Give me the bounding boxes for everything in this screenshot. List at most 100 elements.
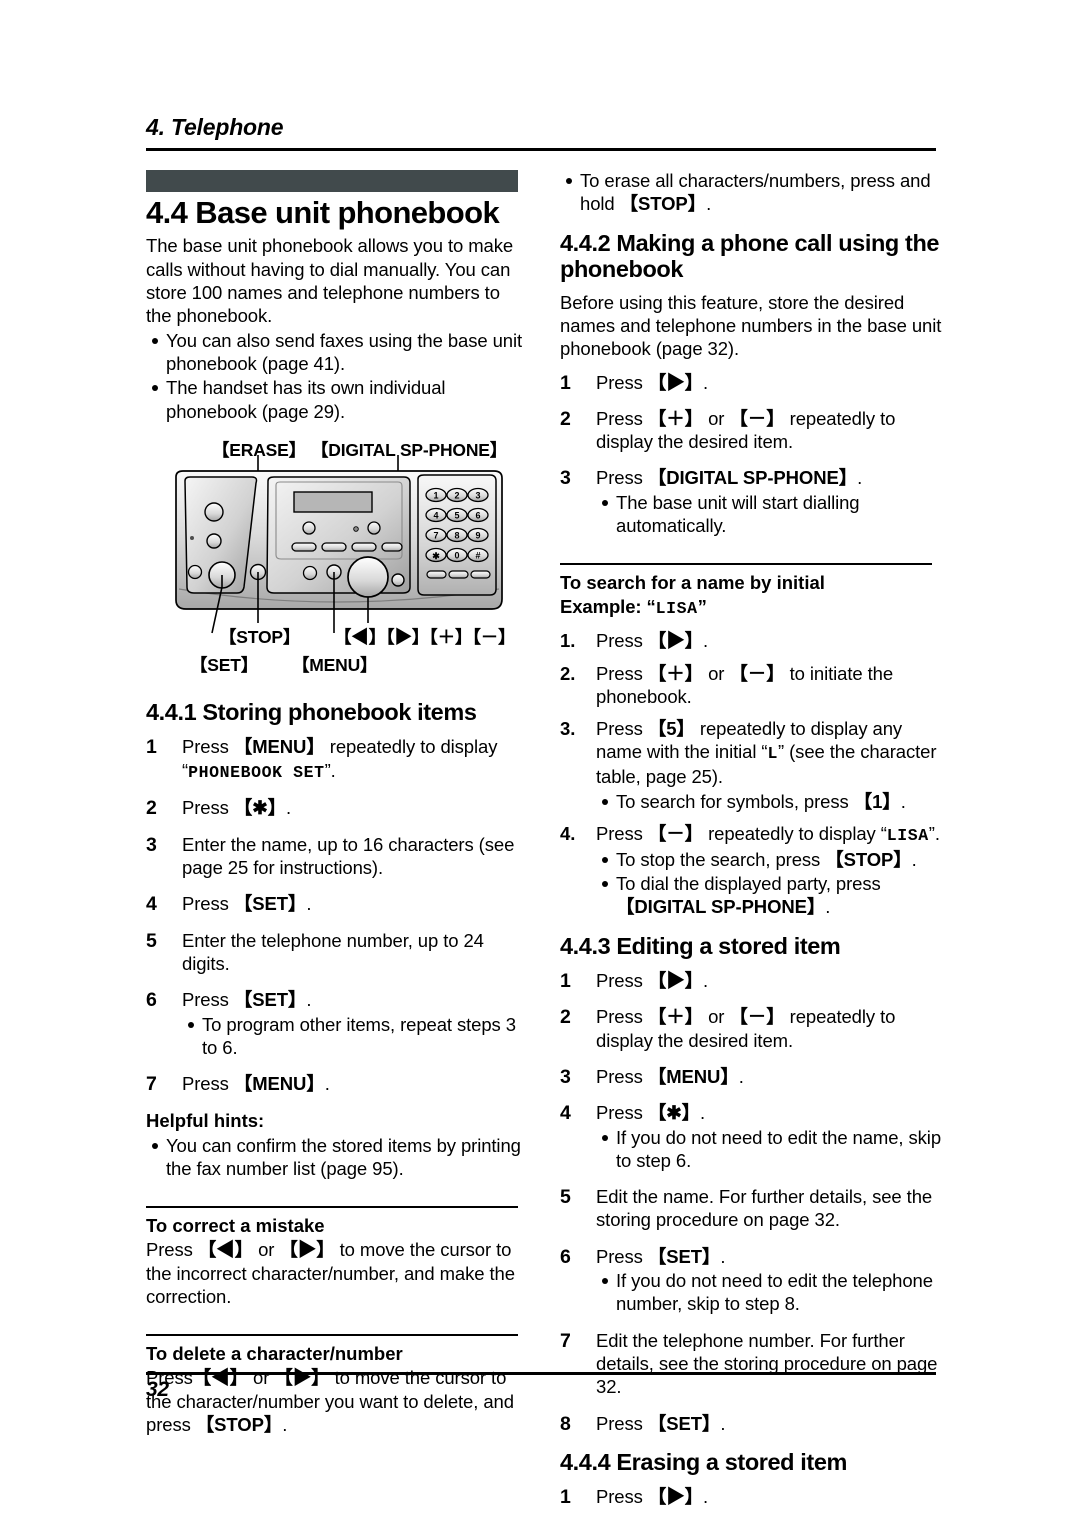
- text-c: .: [934, 822, 940, 844]
- step-item: 1 Press 【MENU】 repeatedly to display “PH…: [146, 735, 528, 783]
- key-5: 【5】: [647, 718, 695, 740]
- step-number: 8: [560, 1412, 571, 1435]
- figure-label-nav-keys: 【◀】【▶】【＋】【－】: [334, 626, 516, 647]
- step-number: 6: [146, 989, 157, 1012]
- figure-label-set: 【SET】: [190, 654, 259, 675]
- example-label: Example:: [560, 596, 647, 618]
- step-text: Press 【▶】.: [596, 372, 708, 393]
- key-minus: 【－】: [729, 662, 785, 684]
- step-sub-bullets: The base unit will start dialling automa…: [596, 491, 942, 538]
- text-b: .: [825, 896, 831, 918]
- step-item: 4. Press 【－】 repeatedly to display “LISA…: [560, 822, 942, 919]
- step-text: Press 【－】 repeatedly to display “LISA”.: [596, 822, 940, 845]
- step-text: Enter the name, up to 16 characters (see…: [182, 833, 515, 879]
- steps-442: 1 Press 【▶】. 2 Press 【＋】 or 【－】 repeated…: [560, 371, 942, 538]
- delete-character-title: To delete a character/number: [146, 1343, 403, 1365]
- text-a: Press: [596, 630, 648, 652]
- divider: [146, 1334, 518, 1337]
- list-item: To search for symbols, press 【1】.: [596, 790, 942, 813]
- search-example: Example: “LISA”: [560, 595, 942, 620]
- key-plus: 【＋】: [647, 1006, 704, 1028]
- text-b: .: [706, 193, 712, 215]
- subsection-444-title: 4.4.4 Erasing a stored item: [560, 1448, 847, 1475]
- step-item: 6 Press 【SET】. If you do not need to edi…: [560, 1245, 942, 1316]
- step-text: Press 【5】 repeatedly to display any name…: [596, 718, 937, 787]
- example-value: LISA: [655, 599, 698, 619]
- step-item: 5 Edit the name. For further details, se…: [560, 1185, 942, 1232]
- delete-character-text: Press【◀】 or 【▶】 to move the cursor to th…: [146, 1366, 528, 1436]
- text-b: .: [703, 630, 709, 652]
- list-item: To erase all characters/numbers, press a…: [560, 169, 942, 216]
- step-item: 1. Press 【▶】.: [560, 629, 942, 652]
- step-item: 3 Press 【DIGITAL SP-PHONE】. The base uni…: [560, 466, 942, 537]
- step-number: 5: [560, 1186, 571, 1209]
- step-number: 2: [146, 797, 157, 820]
- step-text: Press 【＋】 or 【－】 to initiate the phonebo…: [596, 663, 893, 707]
- step-item: 3 Enter the name, up to 16 characters (s…: [146, 833, 528, 880]
- step-text: Press 【▶】.: [596, 1486, 708, 1507]
- lcd-text: LISA: [886, 825, 929, 845]
- step-text: Press 【MENU】 repeatedly to display “PHON…: [182, 736, 497, 781]
- step-text: Press 【▶】.: [596, 970, 708, 991]
- steps-441: 1 Press 【MENU】 repeatedly to display “PH…: [146, 735, 528, 1095]
- key-right-arrow: 【▶】: [647, 371, 704, 393]
- text-b: .: [700, 1102, 706, 1124]
- text-b: .: [900, 790, 906, 812]
- step-item: 1 Press 【▶】.: [560, 969, 942, 992]
- key-right-arrow: 【▶】: [647, 1486, 704, 1508]
- step-item: 6 Press 【SET】. To program other items, r…: [146, 988, 528, 1059]
- key-plus: 【＋】: [647, 407, 704, 429]
- step-sub-bullets: To program other items, repeat steps 3 t…: [182, 1013, 528, 1060]
- quote-open: “: [646, 596, 656, 618]
- text-b: .: [703, 1486, 709, 1508]
- key-menu: 【MENU】: [647, 1065, 739, 1087]
- text-a: Press: [596, 467, 648, 489]
- svg-text:8: 8: [454, 530, 459, 540]
- text-a: Press: [596, 1006, 648, 1028]
- step-text: Press 【＋】 or 【－】 repeatedly to display t…: [596, 408, 895, 452]
- key-set: 【SET】: [647, 1245, 721, 1267]
- step-sub-bullets: To stop the search, press 【STOP】. To dia…: [596, 848, 942, 919]
- step-number: 6: [560, 1245, 571, 1268]
- text-c: .: [282, 1413, 288, 1435]
- step-text-a: Press: [182, 736, 234, 758]
- step-text: Press 【▶】.: [596, 630, 708, 651]
- base-unit-diagram: 【ERASE】 【DIGITAL SP-PHONE】 1 2 3 4 5 6 7…: [146, 437, 528, 689]
- top-bullet-list: To erase all characters/numbers, press a…: [560, 169, 942, 216]
- step-number: 7: [146, 1073, 157, 1096]
- step-text: Press 【SET】.: [596, 1246, 725, 1267]
- correct-mistake-title: To correct a mistake: [146, 1215, 325, 1237]
- svg-text:7: 7: [433, 530, 438, 540]
- left-column: 4.4 Base unit phonebook The base unit ph…: [146, 170, 528, 1436]
- section-bullet-list: You can also send faxes using the base u…: [146, 329, 528, 423]
- text-a: Press: [596, 1486, 648, 1508]
- list-item: To dial the displayed party, press 【DIGI…: [596, 872, 942, 919]
- step-item: 7 Press 【MENU】.: [146, 1072, 528, 1095]
- divider: [560, 563, 932, 566]
- step-number: 2: [560, 1006, 571, 1029]
- subsection-442-title: 4.4.2 Making a phone call using the phon…: [560, 229, 940, 283]
- key-asterisk: 【✱】: [233, 797, 287, 819]
- key-right-arrow: 【▶】: [279, 1239, 335, 1261]
- text-a: Press: [596, 371, 648, 393]
- list-item: The handset has its own individual phone…: [146, 376, 528, 423]
- text-a: Press: [596, 970, 648, 992]
- step-item: 1 Press 【▶】.: [560, 1485, 942, 1508]
- key-minus: 【－】: [647, 822, 704, 844]
- text-a: Press: [596, 662, 648, 684]
- list-item: To program other items, repeat steps 3 t…: [182, 1013, 528, 1060]
- page-number: 32: [146, 1378, 169, 1401]
- text-or: or: [703, 407, 730, 429]
- step-text-a: Press: [182, 893, 234, 915]
- step-text: Press 【✱】.: [596, 1102, 705, 1123]
- step-number: 1: [560, 1486, 571, 1509]
- key-minus: 【－】: [729, 1006, 785, 1028]
- svg-text:5: 5: [454, 510, 459, 520]
- text-a: To dial the displayed party, press: [616, 872, 881, 894]
- key-stop: 【STOP】: [825, 848, 912, 870]
- text-b: .: [911, 848, 917, 870]
- step-number: 4.: [560, 822, 576, 844]
- lcd-text: L: [767, 744, 778, 764]
- key-plus: 【＋】: [647, 662, 704, 684]
- step-item: 1 Press 【▶】.: [560, 371, 942, 394]
